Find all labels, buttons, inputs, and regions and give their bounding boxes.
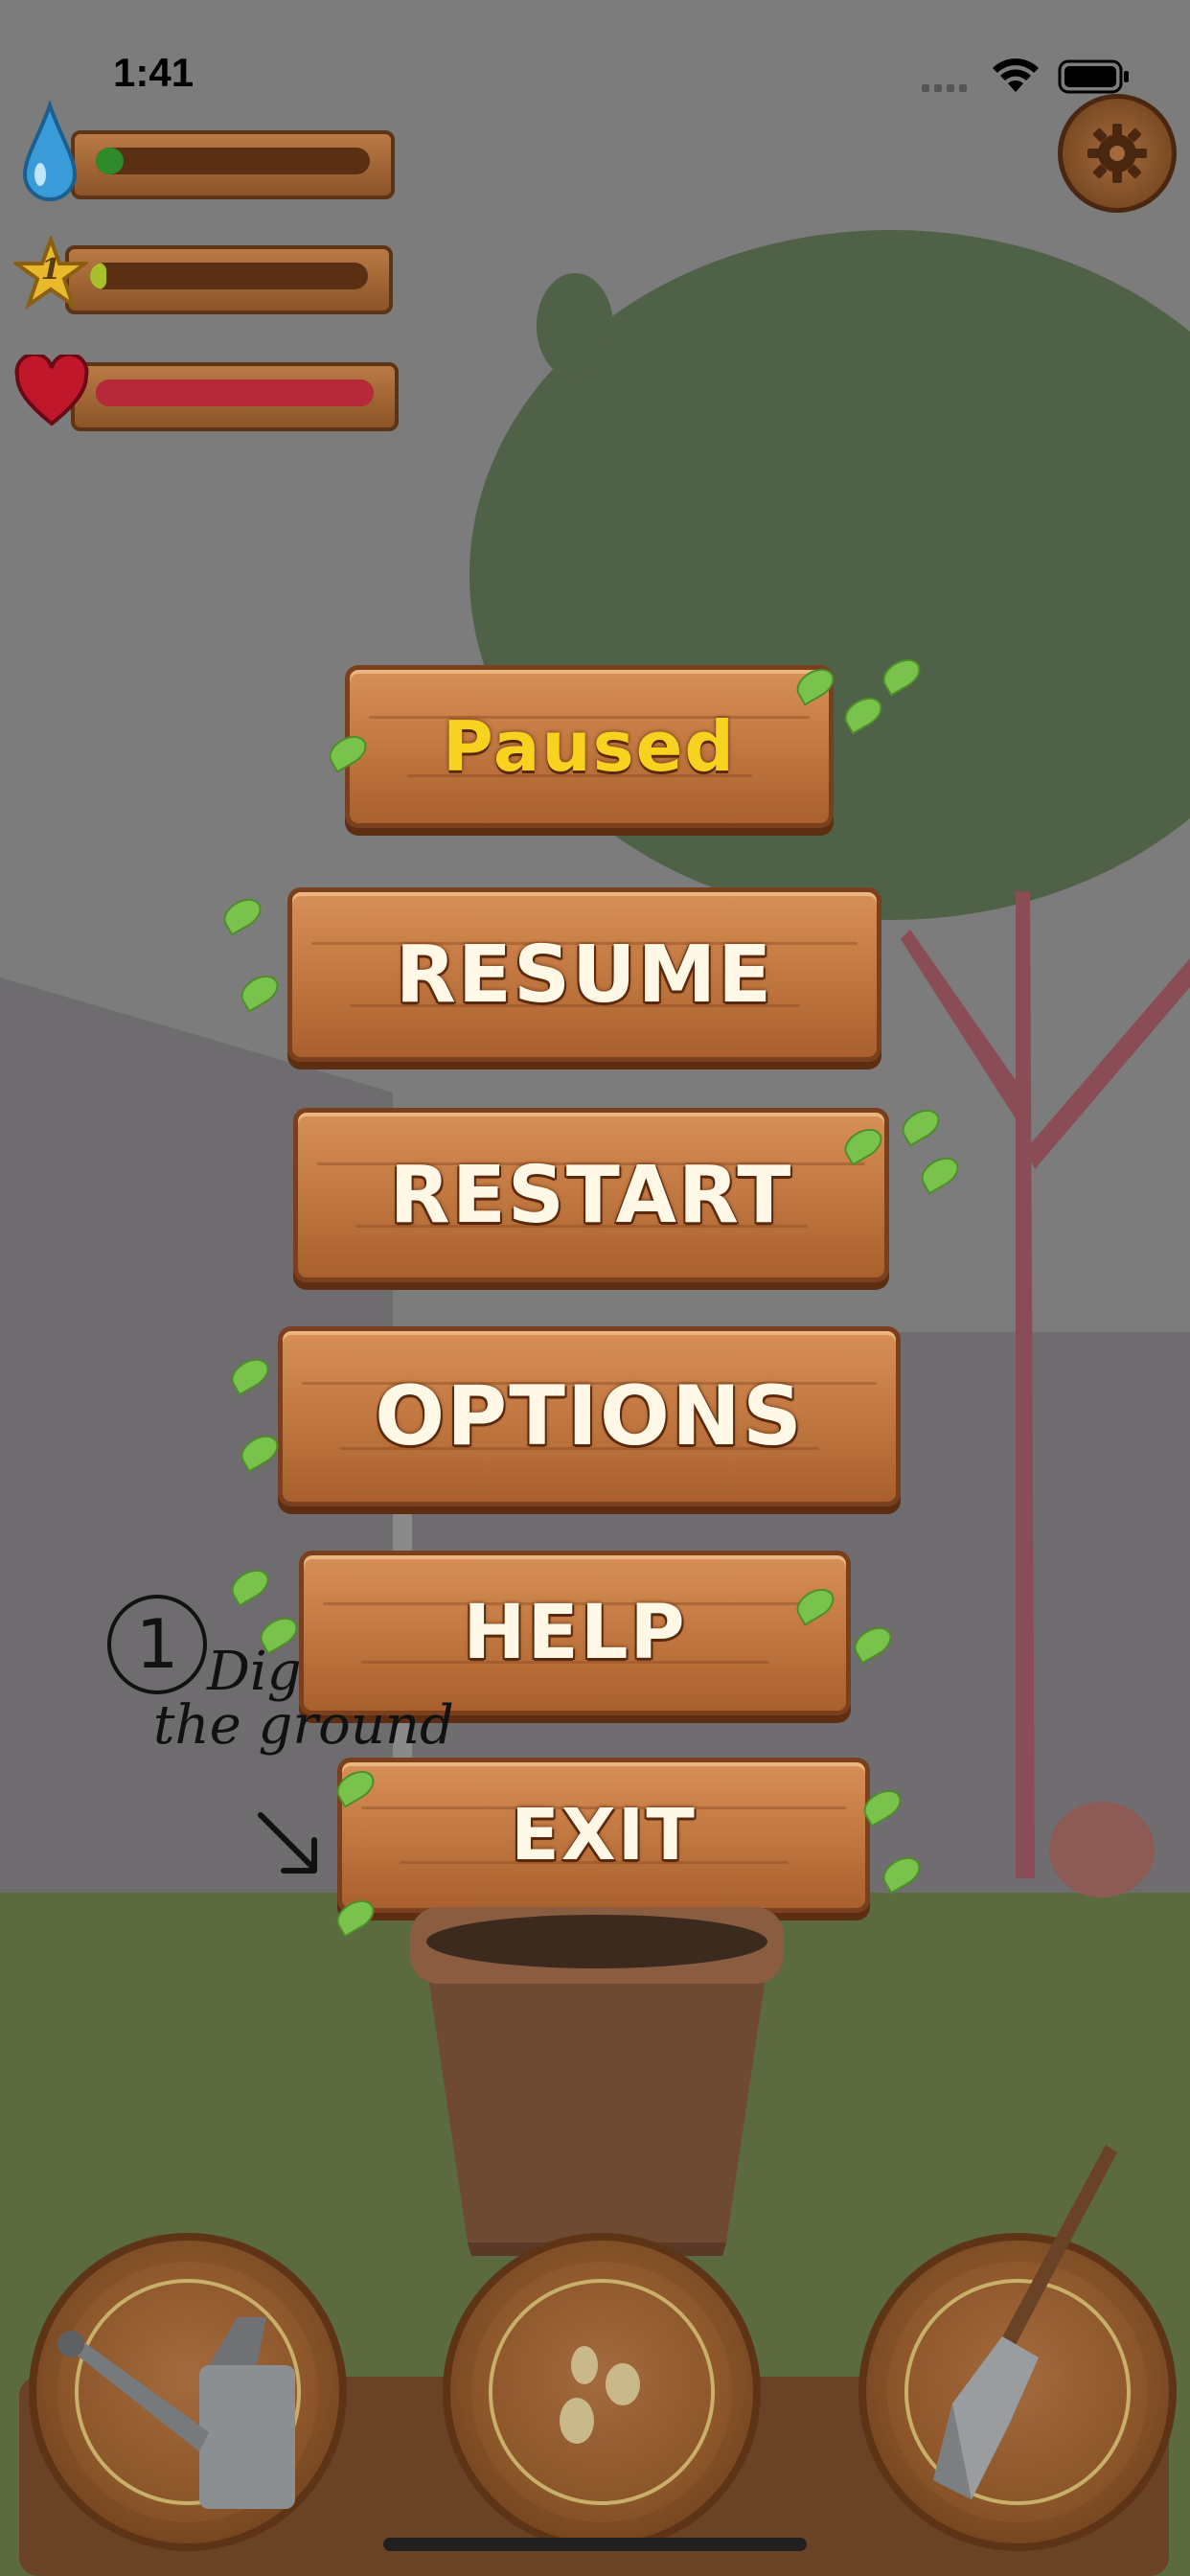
resume-label: RESUME (395, 929, 774, 1021)
help-label: HELP (463, 1590, 687, 1676)
options-button[interactable]: OPTIONS (278, 1326, 901, 1506)
flower-pot (410, 1907, 784, 2260)
shovel-icon (933, 2145, 1117, 2499)
health-bar (71, 362, 399, 431)
watering-can-icon (57, 2317, 295, 2509)
settings-button[interactable] (1058, 94, 1177, 213)
pause-title-plank: Paused (345, 665, 834, 828)
options-label: OPTIONS (375, 1368, 804, 1464)
star-badge: 1 (40, 253, 61, 287)
health-level-fill (96, 380, 374, 406)
battery-icon (1058, 59, 1131, 98)
pause-title: Paused (443, 706, 736, 787)
gear-icon (1087, 124, 1147, 183)
exit-button[interactable]: EXIT (337, 1758, 870, 1913)
seeds-button[interactable] (443, 2233, 761, 2551)
status-time: 1:41 (113, 50, 195, 95)
water-drop-icon (19, 99, 80, 209)
water-level-fill (96, 148, 124, 174)
heart-icon (13, 352, 90, 431)
cellular-signal-icon (922, 77, 975, 102)
shovel-button[interactable] (858, 2145, 1177, 2551)
tutorial-text-line2: the ground (153, 1694, 454, 1757)
seeds-icon (560, 2346, 640, 2444)
arrow-icon (255, 1809, 332, 1890)
wifi-icon (989, 58, 1042, 100)
game-scene: 1:41 1 Paused RESUME RESTART OPTIONS HEL… (0, 0, 1190, 2576)
tutorial-step-badge: 1 (107, 1595, 207, 1694)
resume-button[interactable]: RESUME (287, 887, 881, 1062)
home-indicator (383, 2538, 807, 2551)
help-button[interactable]: HELP (299, 1551, 851, 1715)
restart-button[interactable]: RESTART (293, 1108, 889, 1282)
star-bar (65, 245, 393, 314)
star-icon: 1 (10, 234, 92, 310)
exit-label: EXIT (511, 1794, 697, 1876)
watering-can-button[interactable] (29, 2233, 347, 2551)
star-level-fill (90, 263, 107, 289)
restart-label: RESTART (389, 1149, 793, 1241)
water-bar (71, 130, 395, 199)
